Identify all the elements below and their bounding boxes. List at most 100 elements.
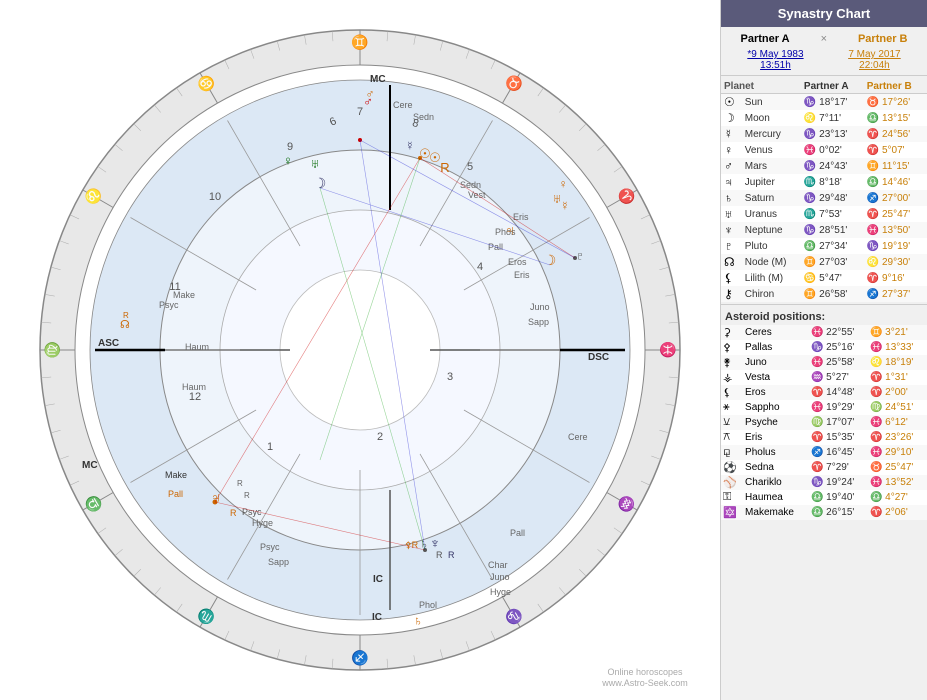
planet-partner-a: ♋ 5°47' xyxy=(801,270,864,286)
asteroid-name: Sedna xyxy=(743,460,809,475)
planet-row: ♆Neptune♑ 28°51'♓ 13°50' xyxy=(721,222,927,238)
planet-row: ☊Node (M)♊ 27°03'♌ 29°30' xyxy=(721,254,927,270)
planet-partner-a: ♑ 28°51' xyxy=(801,222,864,238)
planet-partner-a: ♑ 29°48' xyxy=(801,190,864,206)
planet-symbol: ♇ xyxy=(721,238,742,254)
svg-text:R: R xyxy=(237,479,243,488)
planet-row: ♀Venus♓ 0°02'♈ 5°07' xyxy=(721,142,927,158)
asteroid-symbol: ⚹ xyxy=(721,400,743,415)
svg-text:☊: ☊ xyxy=(120,319,130,331)
asteroid-partner-a: ♈ 14°48' xyxy=(809,385,868,400)
asteroid-symbol: 🔯 xyxy=(721,505,743,520)
asteroid-header: Asteroid positions: xyxy=(721,307,927,325)
planet-partner-b: ♌ 29°30' xyxy=(864,254,927,270)
svg-text:♇: ♇ xyxy=(576,249,585,263)
asteroid-name: Eris xyxy=(743,430,809,445)
asteroid-row: ⚼Pholus♐ 16°45'♓ 29°10' xyxy=(721,445,927,460)
asteroid-name: Makemake xyxy=(743,505,809,520)
asteroid-partner-b: ♈ 2°00' xyxy=(868,385,927,400)
svg-text:Char: Char xyxy=(488,560,508,570)
asteroid-row: ⚻Eris♈ 15°35'♈ 23°26' xyxy=(721,430,927,445)
asteroid-symbol: ⚾ xyxy=(721,475,743,490)
planet-partner-a: ♌ 7°11' xyxy=(801,110,864,126)
asteroid-row: ⚴Pallas♑ 25°16'♓ 13°33' xyxy=(721,340,927,355)
asteroid-partner-a: ♒ 5°27' xyxy=(809,370,868,385)
asteroid-row: ⚽Sedna♈ 7°29'♉ 25°47' xyxy=(721,460,927,475)
asteroid-symbol: ⚴ xyxy=(721,340,743,355)
asteroid-name: Chariklo xyxy=(743,475,809,490)
asteroid-name: Vesta xyxy=(743,370,809,385)
planet-name: Neptune xyxy=(742,222,801,238)
planet-row: ⚸Lilith (M)♋ 5°47'♈ 9°16' xyxy=(721,270,927,286)
asteroid-row: ⚾Chariklo♑ 19°24'♓ 13°52' xyxy=(721,475,927,490)
svg-text:Haum: Haum xyxy=(182,382,206,392)
svg-text:Make: Make xyxy=(173,290,195,300)
svg-text:4: 4 xyxy=(477,261,483,273)
asteroid-name: Sappho xyxy=(743,400,809,415)
svg-text:Pall: Pall xyxy=(168,489,183,499)
svg-text:Juno: Juno xyxy=(530,302,550,312)
asteroid-name: Pallas xyxy=(743,340,809,355)
asteroid-partner-a: ♓ 19°29' xyxy=(809,400,868,415)
planet-partner-b: ♈ 5°07' xyxy=(864,142,927,158)
planet-row: ♃Jupiter♏ 8°18'♎ 14°46' xyxy=(721,174,927,190)
svg-text:♊: ♊ xyxy=(351,34,368,51)
asteroid-partner-b: ♍ 24°51' xyxy=(868,400,927,415)
svg-text:R: R xyxy=(448,550,455,560)
planet-partner-b: ♈ 25°47' xyxy=(864,206,927,222)
svg-text:♓: ♓ xyxy=(659,341,676,358)
dates-row[interactable]: *9 May 1983 13:51h 7 May 2017 22:04h xyxy=(721,47,927,73)
svg-text:R: R xyxy=(436,550,443,560)
svg-text:Psyc: Psyc xyxy=(260,542,280,552)
planet-name: Sun xyxy=(742,94,801,111)
partner-a-dates[interactable]: *9 May 1983 13:51h xyxy=(747,49,803,71)
partner-a-date: *9 May 1983 xyxy=(747,49,803,60)
asteroid-symbol: ⚺ xyxy=(721,415,743,430)
planet-name: Chiron xyxy=(742,286,801,302)
partner-b-dates[interactable]: 7 May 2017 22:04h xyxy=(848,49,900,71)
asteroid-name: Ceres xyxy=(743,325,809,340)
partner-a-label: Partner A xyxy=(740,33,789,45)
asteroid-row: ⚳Ceres♓ 22°55'♊ 3°21' xyxy=(721,325,927,340)
svg-text:R: R xyxy=(440,160,449,175)
planet-partner-b: ♎ 14°46' xyxy=(864,174,927,190)
svg-text:♄: ♄ xyxy=(413,613,423,628)
svg-text:3: 3 xyxy=(447,371,453,383)
partner-b-date: 7 May 2017 xyxy=(848,49,900,60)
asteroid-partner-b: ♓ 13°33' xyxy=(868,340,927,355)
synastry-chart-svg: ♊ ♉ ♈ ♓ ♒ ♑ ♐ ♏ ♎ ♍ ♌ ♋ xyxy=(20,10,700,690)
planet-symbol: ☊ xyxy=(721,254,742,270)
svg-text:Pall: Pall xyxy=(510,528,525,538)
svg-text:Hyge: Hyge xyxy=(252,518,273,528)
svg-text:DSC: DSC xyxy=(588,352,609,363)
svg-text:2: 2 xyxy=(377,431,383,443)
planet-symbol: ♃ xyxy=(721,174,742,190)
svg-text:MC: MC xyxy=(370,74,386,85)
svg-text:Phol: Phol xyxy=(419,600,437,610)
svg-text:♅: ♅ xyxy=(552,191,562,206)
planet-name: Uranus xyxy=(742,206,801,222)
planet-row: ♂Mars♑ 24°43'♊ 11°15' xyxy=(721,158,927,174)
svg-text:Sedn: Sedn xyxy=(413,112,434,122)
asteroid-partner-a: ♈ 7°29' xyxy=(809,460,868,475)
svg-text:♍: ♍ xyxy=(44,341,61,358)
planet-name: Pluto xyxy=(742,238,801,254)
svg-text:MC: MC xyxy=(82,460,98,471)
planet-name: Node (M) xyxy=(742,254,801,270)
svg-text:Make: Make xyxy=(165,470,187,480)
asteroid-table: ⚳Ceres♓ 22°55'♊ 3°21'⚴Pallas♑ 25°16'♓ 13… xyxy=(721,325,927,520)
svg-text:♐: ♐ xyxy=(351,649,368,666)
svg-text:Sedn: Sedn xyxy=(460,180,481,190)
svg-text:IC: IC xyxy=(372,612,382,623)
asteroid-partner-b: ♉ 25°47' xyxy=(868,460,927,475)
asteroid-partner-a: ♎ 26°15' xyxy=(809,505,868,520)
asteroid-partner-b: ♎ 4°27' xyxy=(868,490,927,505)
svg-text:☿: ☿ xyxy=(406,139,415,153)
planet-partner-a: ♏ 8°18' xyxy=(801,174,864,190)
planet-name: Jupiter xyxy=(742,174,801,190)
planet-name: Venus xyxy=(742,142,801,158)
planet-partner-b: ♐ 27°37' xyxy=(864,286,927,302)
chart-area: ♊ ♉ ♈ ♓ ♒ ♑ ♐ ♏ ♎ ♍ ♌ ♋ xyxy=(0,0,720,700)
svg-text:Cere: Cere xyxy=(568,432,588,442)
asteroid-symbol: ⚿ xyxy=(721,490,743,505)
